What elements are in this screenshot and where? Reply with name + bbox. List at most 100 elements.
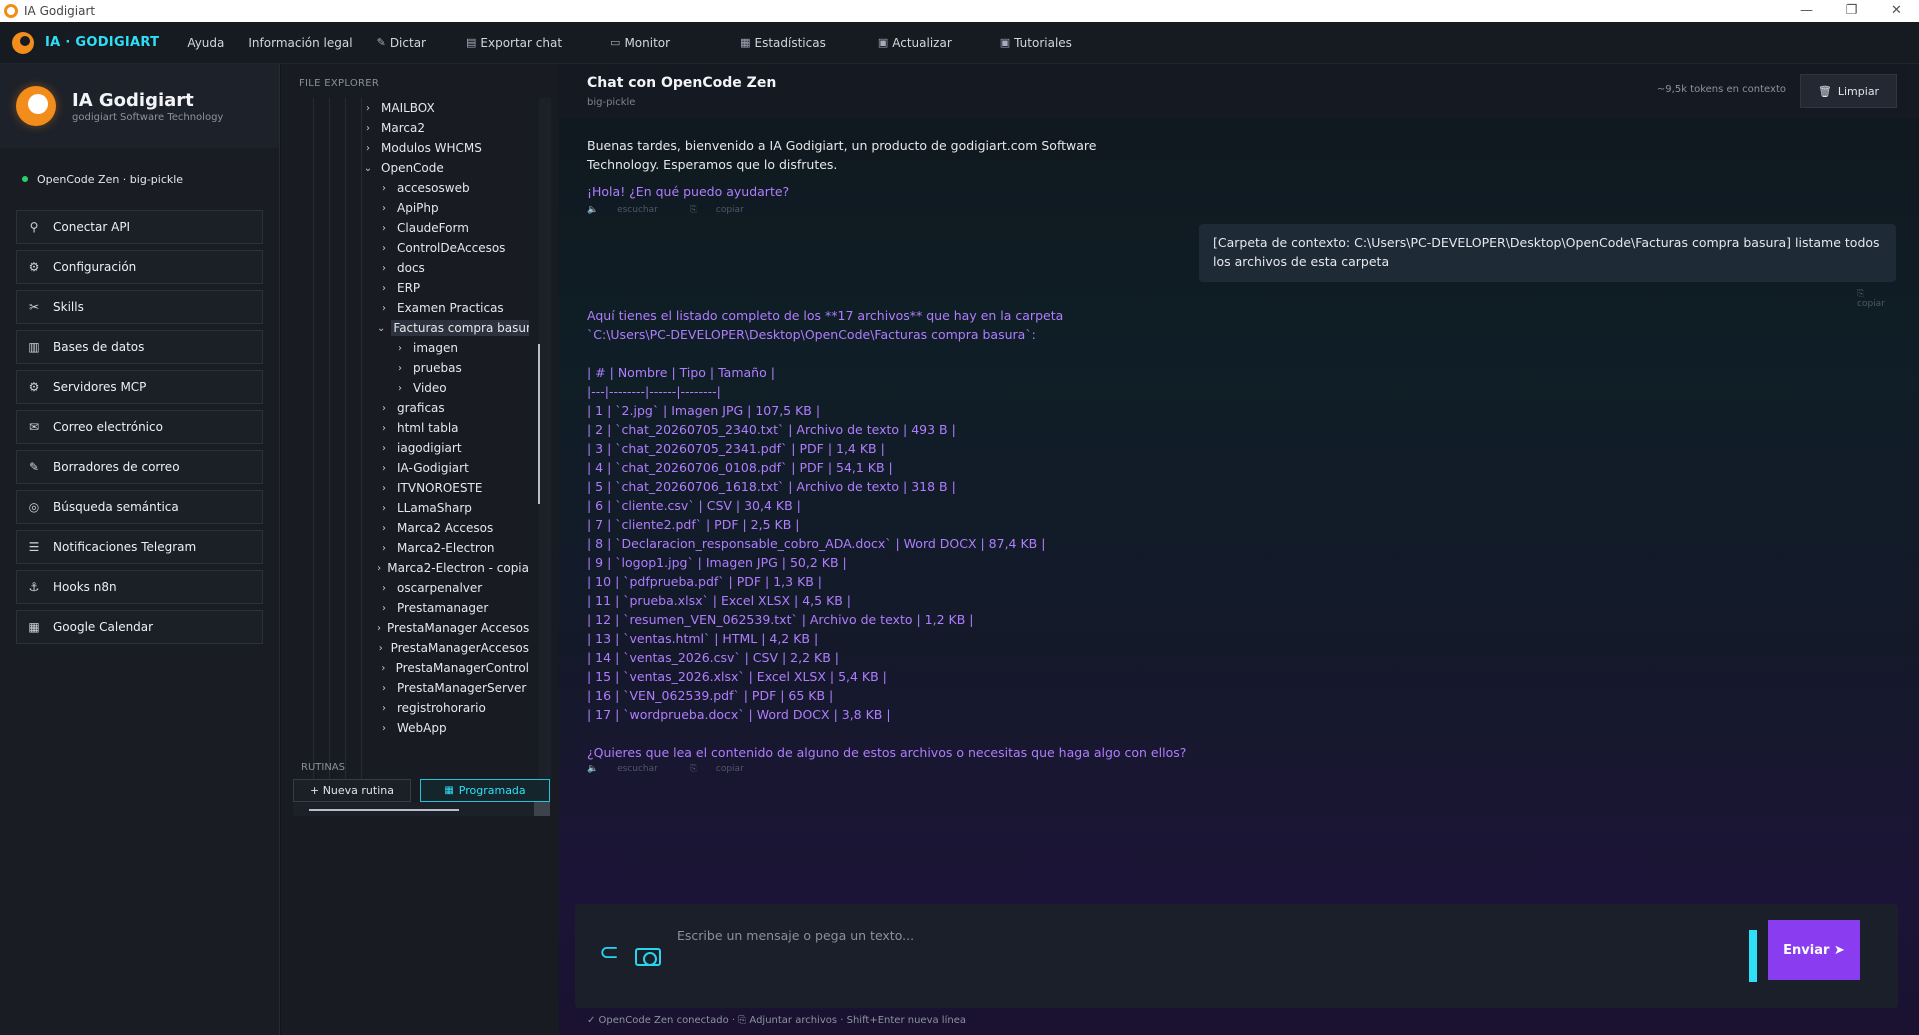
tree-folder[interactable]: › WebApp (293, 718, 529, 738)
menu-item[interactable]: ▣ Tutoriales (1000, 36, 1072, 50)
scheduled-routine-button[interactable]: ▦ Programada (420, 779, 550, 802)
sidebar-nav-button[interactable]: ▦ Google Calendar (16, 610, 263, 644)
chevron-right-icon[interactable]: › (377, 623, 381, 634)
menu-item[interactable]: Ayuda (187, 36, 224, 50)
message-input[interactable]: Escribe un mensaje o pega un texto... (677, 928, 914, 943)
chevron-right-icon[interactable]: › (361, 123, 375, 134)
menu-item[interactable]: ✎ Dictar (377, 36, 426, 50)
tree-folder[interactable]: › registrohorario (293, 698, 529, 718)
minimize-button[interactable]: — (1784, 0, 1829, 22)
maximize-button[interactable]: ❐ (1829, 0, 1874, 22)
tree-folder[interactable]: › LLamaSharp (293, 498, 529, 518)
tree-folder[interactable]: ⌄ Facturas compra basura (293, 318, 529, 338)
tree-vertical-scroll-thumb[interactable] (538, 344, 540, 504)
copy-button[interactable]: ⎘ copiar (1857, 289, 1903, 309)
tree-folder[interactable]: › Examen Practicas (293, 298, 529, 318)
sidebar-nav-button[interactable]: ✎ Borradores de correo (16, 450, 263, 484)
sidebar-nav-button[interactable]: ✉ Correo electrónico (16, 410, 263, 444)
tree-folder[interactable]: › ControlDeAccesos (293, 238, 529, 258)
chevron-right-icon[interactable]: › (361, 103, 375, 114)
tree-folder[interactable]: › IA-Godigiart (293, 458, 529, 478)
chevron-right-icon[interactable]: › (377, 583, 391, 594)
tree-folder[interactable]: › accesosweb (293, 178, 529, 198)
sidebar-nav-button[interactable]: ✂ Skills (16, 290, 263, 324)
tree-folder[interactable]: › ClaudeForm (293, 218, 529, 238)
listen-button[interactable]: 🔈 escuchar (587, 205, 674, 215)
chevron-right-icon[interactable]: › (377, 703, 391, 714)
sidebar-nav-button[interactable]: ⚓ Hooks n8n (16, 570, 263, 604)
tree-folder[interactable]: › ITVNOROESTE (293, 478, 529, 498)
chevron-right-icon[interactable]: › (377, 503, 391, 514)
tree-folder[interactable]: › html tabla (293, 418, 529, 438)
chevron-right-icon[interactable]: › (377, 203, 391, 214)
sidebar-nav-button[interactable]: ▥ Bases de datos (16, 330, 263, 364)
clear-chat-button[interactable]: 🗑 Limpiar (1800, 74, 1897, 108)
chevron-right-icon[interactable]: › (377, 483, 391, 494)
tree-folder[interactable]: › ApiPhp (293, 198, 529, 218)
sidebar-nav-button[interactable]: ☰ Notificaciones Telegram (16, 530, 263, 564)
send-button[interactable]: Enviar ➤ (1768, 920, 1860, 980)
menu-item[interactable]: ▭ Monitor (610, 36, 670, 50)
chevron-right-icon[interactable]: › (377, 223, 391, 234)
chevron-right-icon[interactable]: › (377, 603, 391, 614)
tree-folder[interactable]: › iagodigiart (293, 438, 529, 458)
chevron-right-icon[interactable]: › (377, 303, 391, 314)
tree-folder[interactable]: › ERP (293, 278, 529, 298)
chevron-down-icon[interactable]: ⌄ (361, 163, 375, 174)
chevron-right-icon[interactable]: › (377, 663, 390, 674)
close-button[interactable]: ✕ (1874, 0, 1919, 22)
chevron-right-icon[interactable]: › (377, 243, 391, 254)
tree-folder[interactable]: › Video (293, 378, 529, 398)
sidebar-nav-button[interactable]: ⚙ Configuración (16, 250, 263, 284)
chevron-right-icon[interactable]: › (361, 143, 375, 154)
tree-horizontal-scroll-thumb[interactable] (309, 809, 459, 811)
tree-folder[interactable]: ⌄ OpenCode (293, 158, 529, 178)
chevron-right-icon[interactable]: › (377, 523, 391, 534)
brand[interactable]: IA · GODIGIART (12, 31, 159, 54)
chevron-right-icon[interactable]: › (377, 183, 391, 194)
tree-folder[interactable]: › Marca2-Electron (293, 538, 529, 558)
tree-folder[interactable]: › oscarpenalver (293, 578, 529, 598)
tree-folder[interactable]: › Modulos WHCMS (293, 138, 529, 158)
tree-folder[interactable]: › PrestaManagerServer (293, 678, 529, 698)
tree-folder[interactable]: › docs (293, 258, 529, 278)
menu-item[interactable]: Información legal (248, 36, 352, 50)
sidebar-nav-button[interactable]: ⚙ Servidores MCP (16, 370, 263, 404)
chevron-right-icon[interactable]: › (377, 543, 391, 554)
chevron-down-icon[interactable]: ⌄ (377, 323, 385, 334)
tree-folder[interactable]: › PrestaManagerControl (293, 658, 529, 678)
chevron-right-icon[interactable]: › (377, 463, 391, 474)
chevron-right-icon[interactable]: › (377, 563, 381, 574)
tree-folder[interactable]: › Marca2 (293, 118, 529, 138)
camera-icon[interactable] (635, 948, 661, 966)
tree-folder[interactable]: › graficas (293, 398, 529, 418)
new-routine-button[interactable]: + Nueva rutina (293, 779, 411, 802)
menu-item[interactable]: ▤ Exportar chat (466, 36, 562, 50)
copy-button[interactable]: ⎘ copiar (690, 764, 760, 774)
chevron-right-icon[interactable]: › (377, 423, 391, 434)
tree-vertical-scrollbar[interactable] (539, 98, 551, 798)
menu-item[interactable]: ▣ Actualizar (878, 36, 952, 50)
chevron-right-icon[interactable]: › (377, 283, 391, 294)
copy-button[interactable]: ⎘ copiar (690, 205, 760, 215)
tree-folder[interactable]: › Prestamanager (293, 598, 529, 618)
chevron-right-icon[interactable]: › (377, 263, 391, 274)
listen-button[interactable]: 🔈 escuchar (587, 764, 674, 774)
sidebar-nav-button[interactable]: ⚲ Conectar API (16, 210, 263, 244)
tree-folder[interactable]: › MAILBOX (293, 98, 529, 118)
chevron-right-icon[interactable]: › (377, 723, 391, 734)
paperclip-icon[interactable]: ⊂ (599, 938, 619, 966)
chevron-right-icon[interactable]: › (377, 643, 385, 654)
tree-folder[interactable]: › imagen (293, 338, 529, 358)
tree-folder[interactable]: › PrestaManager Accesos (293, 618, 529, 638)
chevron-right-icon[interactable]: › (393, 363, 407, 374)
menu-item[interactable]: ▦ Estadísticas (740, 36, 826, 50)
tree-folder[interactable]: › Marca2 Accesos (293, 518, 529, 538)
tree-folder[interactable]: › PrestaManagerAccesos (293, 638, 529, 658)
chevron-right-icon[interactable]: › (377, 443, 391, 454)
tree-folder[interactable]: › Marca2-Electron - copia (293, 558, 529, 578)
sidebar-nav-button[interactable]: ◎ Búsqueda semántica (16, 490, 263, 524)
chevron-right-icon[interactable]: › (377, 683, 391, 694)
chevron-right-icon[interactable]: › (393, 343, 407, 354)
chevron-right-icon[interactable]: › (377, 403, 391, 414)
